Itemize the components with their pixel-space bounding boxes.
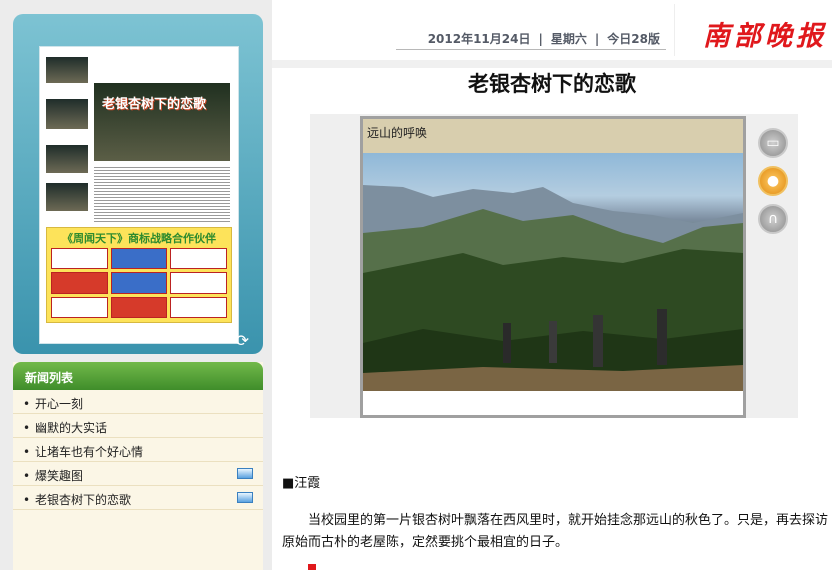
news-list-panel: 新闻列表 • 开心一刻 • 幽默的大实话 • 让堵车也有个好心情 • 爆笑趣图 • 老银杏… bbox=[13, 362, 263, 570]
thumb-photo bbox=[46, 145, 88, 173]
thumb-photo bbox=[46, 183, 88, 211]
date-bar: 2012年11月24日 | 星期六 | 今日28版 bbox=[396, 28, 666, 50]
newspaper-page-panel: 老银杏树下的恋歌 《周闻天下》商标战略合作伙伴 ⟳ bbox=[13, 14, 263, 354]
article-photo[interactable] bbox=[363, 153, 743, 391]
thumb-text-columns bbox=[94, 165, 230, 223]
top-bar: 2012年11月24日 | 星期六 | 今日28版 南部晚报 bbox=[272, 0, 832, 64]
thumb-headline: 老银杏树下的恋歌 bbox=[102, 97, 207, 112]
bullet-icon: • bbox=[23, 397, 31, 411]
thumb-headline-photo: 老银杏树下的恋歌 bbox=[94, 83, 230, 161]
main-column: 2012年11月24日 | 星期六 | 今日28版 南部晚报 老银杏树下的恋歌 … bbox=[272, 0, 832, 570]
decorative-mark bbox=[308, 564, 316, 570]
news-item-label[interactable]: 让堵车也有个好心情 bbox=[35, 445, 143, 459]
thumb-photo bbox=[46, 57, 88, 83]
ad-title: 《周闻天下》商标战略合作伙伴 bbox=[62, 232, 216, 245]
thumb-ad-block: 《周闻天下》商标战略合作伙伴 bbox=[46, 227, 232, 323]
news-item-label[interactable]: 爆笑趣图 bbox=[35, 469, 83, 483]
photo-caption: 远山的呼唤 bbox=[363, 119, 743, 153]
person-icon[interactable]: ● bbox=[758, 166, 788, 196]
weekday-text: 星期六 bbox=[550, 32, 587, 46]
mountain-scene bbox=[363, 185, 743, 391]
date-text: 2012年11月24日 bbox=[427, 32, 531, 46]
news-list-header: 新闻列表 bbox=[13, 362, 263, 390]
page-thumbnail[interactable]: 老银杏树下的恋歌 《周闻天下》商标战略合作伙伴 bbox=[39, 46, 239, 344]
bullet-icon: • bbox=[23, 469, 31, 483]
refresh-icon[interactable]: ⟳ bbox=[236, 331, 249, 350]
left-column: 老银杏树下的恋歌 《周闻天下》商标战略合作伙伴 ⟳ 新闻列表 • 开心一刻 • 幽默… bbox=[0, 0, 272, 570]
thumb-photo bbox=[46, 99, 88, 129]
article-title: 老银杏树下的恋歌 bbox=[468, 72, 636, 96]
header-divider bbox=[272, 60, 832, 68]
news-list-item[interactable]: • 幽默的大实话 bbox=[13, 414, 263, 438]
photo-frame: 远山的呼唤 bbox=[360, 116, 746, 418]
bullet-icon: • bbox=[23, 445, 31, 459]
bullet-icon: • bbox=[23, 493, 31, 507]
camera-icon[interactable]: ▭ bbox=[758, 128, 788, 158]
video-icon[interactable] bbox=[237, 468, 253, 479]
news-list-item[interactable]: • 爆笑趣图 bbox=[13, 462, 263, 486]
bullet-icon: • bbox=[23, 421, 31, 435]
headphones-icon[interactable]: ∩ bbox=[758, 204, 788, 234]
news-item-label[interactable]: 幽默的大实话 bbox=[35, 421, 107, 435]
article-author: ■汪霞 bbox=[282, 476, 321, 491]
newspaper-logo: 南部晚报 bbox=[674, 4, 832, 56]
news-list-item[interactable]: • 开心一刻 bbox=[13, 390, 263, 414]
news-list-item[interactable]: • 老银杏树下的恋歌 bbox=[13, 486, 263, 510]
news-item-label[interactable]: 老银杏树下的恋歌 bbox=[35, 493, 131, 507]
news-item-label[interactable]: 开心一刻 bbox=[35, 397, 83, 411]
video-icon[interactable] bbox=[237, 492, 253, 503]
separator: | bbox=[538, 31, 543, 46]
news-list-item[interactable]: • 让堵车也有个好心情 bbox=[13, 438, 263, 462]
separator: | bbox=[594, 31, 600, 46]
edition-text[interactable]: 今日28版 bbox=[607, 30, 660, 47]
article-body: 当校园里的第一片银杏树叶飘落在西风里时，就开始挂念那远山的秋色了。只是，再去探访… bbox=[282, 513, 829, 550]
ad-grid bbox=[51, 248, 227, 318]
